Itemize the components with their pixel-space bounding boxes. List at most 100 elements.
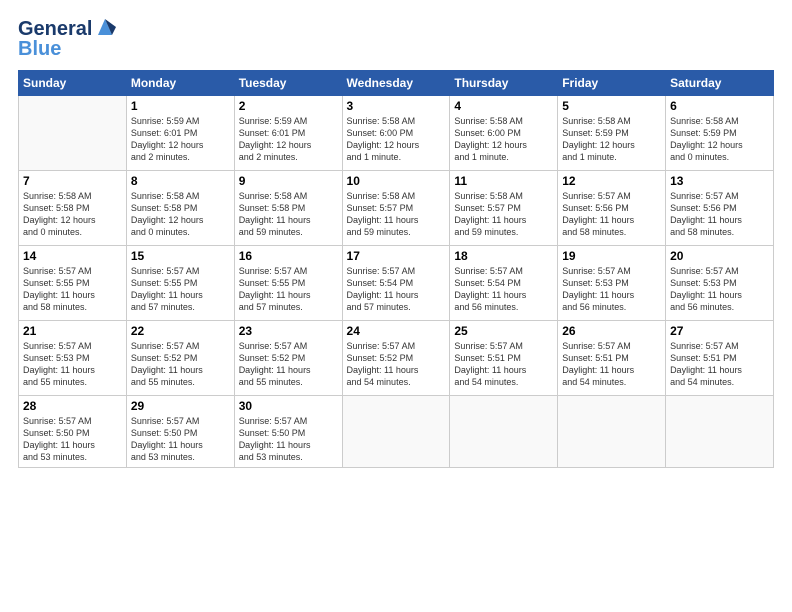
calendar-cell: 8 Sunrise: 5:58 AMSunset: 5:58 PMDaylight… (126, 171, 234, 246)
day-info: Sunrise: 5:57 AMSunset: 5:50 PMDaylight:… (239, 415, 338, 464)
day-number: 15 (131, 249, 230, 263)
day-number: 2 (239, 99, 338, 113)
page-header: General Blue (18, 18, 774, 60)
day-number: 12 (562, 174, 661, 188)
day-number: 21 (23, 324, 122, 338)
day-info: Sunrise: 5:57 AMSunset: 5:52 PMDaylight:… (347, 340, 446, 389)
day-number: 25 (454, 324, 553, 338)
calendar-col-header: Saturday (666, 71, 774, 96)
day-number: 14 (23, 249, 122, 263)
day-info: Sunrise: 5:57 AMSunset: 5:54 PMDaylight:… (347, 265, 446, 314)
day-number: 24 (347, 324, 446, 338)
day-number: 16 (239, 249, 338, 263)
calendar-cell: 24 Sunrise: 5:57 AMSunset: 5:52 PMDayligh… (342, 321, 450, 396)
calendar-week-row: 7 Sunrise: 5:58 AMSunset: 5:58 PMDaylight… (19, 171, 774, 246)
calendar-cell (19, 96, 127, 171)
day-number: 20 (670, 249, 769, 263)
day-info: Sunrise: 5:58 AMSunset: 6:00 PMDaylight:… (347, 115, 446, 164)
calendar-cell: 22 Sunrise: 5:57 AMSunset: 5:52 PMDayligh… (126, 321, 234, 396)
calendar-cell (450, 396, 558, 468)
day-number: 9 (239, 174, 338, 188)
day-info: Sunrise: 5:57 AMSunset: 5:54 PMDaylight:… (454, 265, 553, 314)
calendar-cell: 28 Sunrise: 5:57 AMSunset: 5:50 PMDayligh… (19, 396, 127, 468)
calendar-week-row: 28 Sunrise: 5:57 AMSunset: 5:50 PMDayligh… (19, 396, 774, 468)
day-number: 22 (131, 324, 230, 338)
day-info: Sunrise: 5:58 AMSunset: 5:59 PMDaylight:… (562, 115, 661, 164)
day-info: Sunrise: 5:58 AMSunset: 5:58 PMDaylight:… (23, 190, 122, 239)
day-number: 18 (454, 249, 553, 263)
calendar-cell: 21 Sunrise: 5:57 AMSunset: 5:53 PMDayligh… (19, 321, 127, 396)
day-number: 29 (131, 399, 230, 413)
calendar-col-header: Friday (558, 71, 666, 96)
day-number: 10 (347, 174, 446, 188)
calendar-table: SundayMondayTuesdayWednesdayThursdayFrid… (18, 70, 774, 468)
calendar-cell: 16 Sunrise: 5:57 AMSunset: 5:55 PMDayligh… (234, 246, 342, 321)
day-info: Sunrise: 5:57 AMSunset: 5:51 PMDaylight:… (454, 340, 553, 389)
calendar-header-row: SundayMondayTuesdayWednesdayThursdayFrid… (19, 71, 774, 96)
calendar-week-row: 21 Sunrise: 5:57 AMSunset: 5:53 PMDayligh… (19, 321, 774, 396)
logo: General Blue (18, 18, 116, 60)
day-number: 3 (347, 99, 446, 113)
calendar-cell: 7 Sunrise: 5:58 AMSunset: 5:58 PMDaylight… (19, 171, 127, 246)
calendar-col-header: Wednesday (342, 71, 450, 96)
calendar-cell: 27Sunrise: 5:57 AMSunset: 5:51 PMDayligh… (666, 321, 774, 396)
calendar-cell: 23Sunrise: 5:57 AMSunset: 5:52 PMDayligh… (234, 321, 342, 396)
day-info: Sunrise: 5:57 AMSunset: 5:56 PMDaylight:… (562, 190, 661, 239)
day-info: Sunrise: 5:58 AMSunset: 6:00 PMDaylight:… (454, 115, 553, 164)
calendar-col-header: Sunday (19, 71, 127, 96)
logo-blue-text: Blue (18, 38, 61, 60)
calendar-cell: 3 Sunrise: 5:58 AMSunset: 6:00 PMDaylight… (342, 96, 450, 171)
calendar-cell: 2 Sunrise: 5:59 AMSunset: 6:01 PMDaylight… (234, 96, 342, 171)
day-info: Sunrise: 5:58 AMSunset: 5:57 PMDaylight:… (347, 190, 446, 239)
day-info: Sunrise: 5:57 AMSunset: 5:53 PMDaylight:… (23, 340, 122, 389)
day-info: Sunrise: 5:58 AMSunset: 5:58 PMDaylight:… (131, 190, 230, 239)
calendar-cell: 6 Sunrise: 5:58 AMSunset: 5:59 PMDaylight… (666, 96, 774, 171)
calendar-cell: 12 Sunrise: 5:57 AMSunset: 5:56 PMDayligh… (558, 171, 666, 246)
day-number: 13 (670, 174, 769, 188)
logo-icon (94, 17, 116, 35)
day-info: Sunrise: 5:57 AMSunset: 5:53 PMDaylight:… (562, 265, 661, 314)
calendar-col-header: Tuesday (234, 71, 342, 96)
day-number: 26 (562, 324, 661, 338)
calendar-cell: 1Sunrise: 5:59 AMSunset: 6:01 PMDaylight… (126, 96, 234, 171)
day-number: 19 (562, 249, 661, 263)
day-info: Sunrise: 5:57 AMSunset: 5:51 PMDaylight:… (670, 340, 769, 389)
day-number: 4 (454, 99, 553, 113)
day-info: Sunrise: 5:57 AMSunset: 5:55 PMDaylight:… (239, 265, 338, 314)
calendar-col-header: Thursday (450, 71, 558, 96)
day-info: Sunrise: 5:57 AMSunset: 5:52 PMDaylight:… (239, 340, 338, 389)
calendar-cell: 11 Sunrise: 5:58 AMSunset: 5:57 PMDayligh… (450, 171, 558, 246)
day-info: Sunrise: 5:59 AMSunset: 6:01 PMDaylight:… (239, 115, 338, 164)
day-info: Sunrise: 5:58 AMSunset: 5:57 PMDaylight:… (454, 190, 553, 239)
day-info: Sunrise: 5:57 AMSunset: 5:52 PMDaylight:… (131, 340, 230, 389)
calendar-col-header: Monday (126, 71, 234, 96)
calendar-cell: 14 Sunrise: 5:57 AMSunset: 5:55 PMDayligh… (19, 246, 127, 321)
day-info: Sunrise: 5:57 AMSunset: 5:55 PMDaylight:… (23, 265, 122, 314)
calendar-week-row: 14 Sunrise: 5:57 AMSunset: 5:55 PMDayligh… (19, 246, 774, 321)
day-info: Sunrise: 5:57 AMSunset: 5:53 PMDaylight:… (670, 265, 769, 314)
calendar-cell: 17Sunrise: 5:57 AMSunset: 5:54 PMDayligh… (342, 246, 450, 321)
day-number: 28 (23, 399, 122, 413)
day-number: 30 (239, 399, 338, 413)
day-info: Sunrise: 5:57 AMSunset: 5:50 PMDaylight:… (23, 415, 122, 464)
day-number: 8 (131, 174, 230, 188)
calendar-cell: 25 Sunrise: 5:57 AMSunset: 5:51 PMDayligh… (450, 321, 558, 396)
calendar-cell (342, 396, 450, 468)
logo-text: General (18, 18, 92, 40)
calendar-cell: 4 Sunrise: 5:58 AMSunset: 6:00 PMDaylight… (450, 96, 558, 171)
calendar-cell: 15 Sunrise: 5:57 AMSunset: 5:55 PMDayligh… (126, 246, 234, 321)
day-number: 6 (670, 99, 769, 113)
calendar-cell (666, 396, 774, 468)
day-info: Sunrise: 5:57 AMSunset: 5:55 PMDaylight:… (131, 265, 230, 314)
day-number: 7 (23, 174, 122, 188)
calendar-cell: 20 Sunrise: 5:57 AMSunset: 5:53 PMDayligh… (666, 246, 774, 321)
day-info: Sunrise: 5:58 AMSunset: 5:59 PMDaylight:… (670, 115, 769, 164)
calendar-cell: 19 Sunrise: 5:57 AMSunset: 5:53 PMDayligh… (558, 246, 666, 321)
calendar-cell (558, 396, 666, 468)
day-number: 11 (454, 174, 553, 188)
day-info: Sunrise: 5:57 AMSunset: 5:56 PMDaylight:… (670, 190, 769, 239)
day-info: Sunrise: 5:58 AMSunset: 5:58 PMDaylight:… (239, 190, 338, 239)
calendar-cell: 5Sunrise: 5:58 AMSunset: 5:59 PMDaylight… (558, 96, 666, 171)
calendar-cell: 29Sunrise: 5:57 AMSunset: 5:50 PMDayligh… (126, 396, 234, 468)
day-info: Sunrise: 5:59 AMSunset: 6:01 PMDaylight:… (131, 115, 230, 164)
